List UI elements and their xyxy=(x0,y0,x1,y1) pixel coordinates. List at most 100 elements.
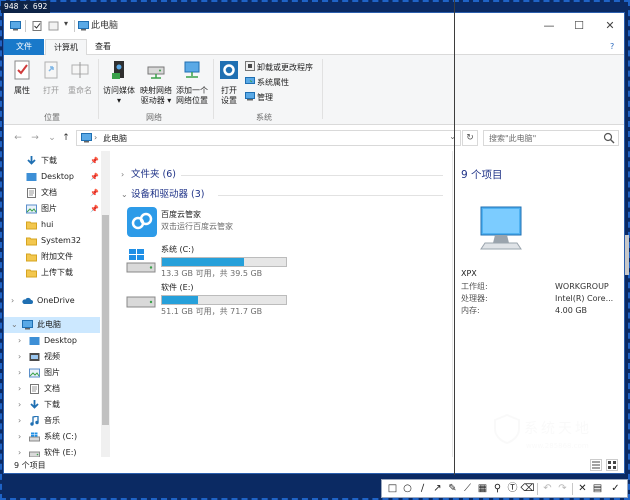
nav-item-videos[interactable]: › 视频 xyxy=(4,349,100,365)
save-capture-button[interactable]: ▤ xyxy=(590,482,605,496)
nav-item-onedrive[interactable]: › OneDrive xyxy=(4,293,100,309)
qat-dropdown-icon[interactable]: ▾ xyxy=(64,19,68,28)
nav-item-attachments[interactable]: 附加文件 xyxy=(4,249,100,265)
pin-icon[interactable]: 📌 xyxy=(90,169,99,185)
nav-item-drive-c[interactable]: › 系统 (C:) xyxy=(4,429,100,445)
baidu-cloud-item[interactable]: 百度云管家 双击运行百度云管家 xyxy=(125,207,315,241)
pin-icon[interactable]: 📌 xyxy=(90,201,99,217)
search-input[interactable]: 搜索"此电脑" xyxy=(483,130,619,146)
nav-item-pc-downloads[interactable]: › 下载 xyxy=(4,397,100,413)
open-button[interactable]: 打开 xyxy=(39,59,63,96)
expand-chevron-icon[interactable]: › xyxy=(18,413,21,429)
nav-item-downloads[interactable]: 下载 📌 xyxy=(4,153,100,169)
recent-locations-button[interactable]: ⌄ xyxy=(46,132,58,144)
nav-item-upload-download[interactable]: 上传下载 xyxy=(4,265,100,281)
forward-button[interactable]: → xyxy=(29,132,41,144)
breadcrumb-this-pc[interactable]: 此电脑 xyxy=(103,133,127,144)
pen-tool-button[interactable]: ✎ xyxy=(445,482,460,496)
line-tool-button[interactable]: ∕ xyxy=(415,482,430,496)
folders-group-header[interactable]: › 文件夹 (6) xyxy=(121,168,176,182)
ellipse-tool-button[interactable]: ○ xyxy=(400,482,415,496)
nav-scrollbar[interactable] xyxy=(101,151,110,457)
manage-button[interactable]: 管理 xyxy=(245,91,273,103)
undo-button[interactable]: ↶ xyxy=(540,482,555,496)
refresh-button[interactable]: ↻ xyxy=(462,130,478,146)
nav-label-system32: System32 xyxy=(41,236,82,245)
expand-chevron-icon[interactable]: › xyxy=(18,349,21,365)
group-divider xyxy=(181,175,443,176)
devices-group-header[interactable]: ⌄ 设备和驱动器 (3) xyxy=(121,188,204,202)
back-button[interactable]: ← xyxy=(12,132,24,144)
checkbox-properties-icon[interactable] xyxy=(32,21,43,31)
system-properties-button[interactable]: 系统属性 xyxy=(245,76,289,88)
collapse-chevron-icon[interactable]: ⌄ xyxy=(11,317,18,333)
nav-item-this-pc[interactable]: ⌄ 此电脑 xyxy=(4,317,100,333)
access-media-button[interactable]: 访问媒体 ▾ xyxy=(101,59,137,106)
expand-chevron-icon[interactable]: › xyxy=(18,365,21,381)
title-bar: ▾ 此电脑 — ☐ ✕ xyxy=(4,13,624,39)
rename-button[interactable]: 重命名 xyxy=(66,59,94,96)
nav-item-system32[interactable]: System32 xyxy=(4,233,100,249)
rectangle-tool-button[interactable]: □ xyxy=(385,482,400,496)
pin-icon[interactable]: 📌 xyxy=(90,185,99,201)
expand-chevron-icon[interactable]: › xyxy=(18,381,21,397)
nav-label-drive-c: 系统 (C:) xyxy=(44,432,78,441)
arrow-tool-button[interactable]: ↗ xyxy=(430,482,445,496)
tab-file[interactable]: 文件 xyxy=(4,39,44,55)
nav-item-pictures[interactable]: 图片 📌 xyxy=(4,201,100,217)
pin-icon[interactable]: 📌 xyxy=(90,153,99,169)
up-button[interactable]: ↑ xyxy=(60,132,72,144)
minimize-button[interactable]: — xyxy=(540,18,558,34)
search-placeholder: 搜索"此电脑" xyxy=(489,134,537,143)
group-label-system: 系统 xyxy=(256,113,272,122)
processor-value: Intel(R) Core... xyxy=(555,294,614,303)
nav-item-pc-documents[interactable]: › 文档 xyxy=(4,381,100,397)
nav-label-downloads: 下载 xyxy=(41,156,57,165)
address-bar[interactable]: › 此电脑 ⌄ xyxy=(76,130,461,146)
expand-chevron-icon: › xyxy=(121,170,125,179)
cancel-capture-button[interactable]: ✕ xyxy=(575,482,590,496)
drive-c-usage-fill xyxy=(162,258,244,266)
pictures-icon xyxy=(26,204,37,214)
uninstall-program-button[interactable]: 卸载或更改程序 xyxy=(245,61,313,73)
nav-item-pc-desktop[interactable]: › Desktop xyxy=(4,333,100,349)
drive-e-item[interactable]: 软件 (E:) 51.1 GB 可用，共 71.7 GB xyxy=(125,283,295,317)
nav-item-music[interactable]: › 音乐 xyxy=(4,413,100,429)
drive-c-item[interactable]: 系统 (C:) 13.3 GB 可用，共 39.5 GB xyxy=(125,245,295,279)
nav-scrollbar-thumb[interactable] xyxy=(102,215,109,425)
expand-chevron-icon[interactable]: › xyxy=(18,333,21,349)
shield-logo-icon xyxy=(494,414,520,444)
capture-guide-line xyxy=(454,0,455,475)
map-network-drive-button[interactable]: 映射网络 驱动器 ▾ xyxy=(138,59,174,106)
expand-chevron-icon[interactable]: › xyxy=(11,293,14,309)
open-settings-button[interactable]: 打开 设置 xyxy=(216,59,242,106)
add-network-location-button[interactable]: 添加一个 网络位置 xyxy=(174,59,210,106)
eraser-tool-button[interactable]: ⌫ xyxy=(520,482,535,496)
navigation-pane: 下载 📌 Desktop 📌 文档 📌 图片 📌 hui System32 附加… xyxy=(4,151,100,458)
marker-tool-button[interactable]: ⟋ xyxy=(460,482,475,496)
expand-chevron-icon[interactable]: › xyxy=(18,429,21,445)
group-divider xyxy=(218,195,443,196)
properties-button[interactable]: 属性 xyxy=(10,59,34,96)
text-tool-button[interactable]: Ⓣ xyxy=(505,482,520,496)
close-button[interactable]: ✕ xyxy=(601,18,619,34)
maximize-button[interactable]: ☐ xyxy=(570,18,588,34)
redo-button[interactable]: ↷ xyxy=(555,482,570,496)
magnifier-tool-button[interactable]: ⚲ xyxy=(490,482,505,496)
baidu-cloud-icon xyxy=(127,207,157,237)
mosaic-tool-button[interactable]: ▦ xyxy=(475,482,490,496)
new-folder-icon[interactable] xyxy=(48,21,59,31)
help-icon[interactable]: ? xyxy=(610,42,614,51)
confirm-capture-button[interactable]: ✓ xyxy=(608,482,623,496)
nav-item-documents[interactable]: 文档 📌 xyxy=(4,185,100,201)
pictures-icon xyxy=(29,368,40,378)
outer-scrollbar-thumb[interactable] xyxy=(625,235,629,275)
nav-item-desktop[interactable]: Desktop 📌 xyxy=(4,169,100,185)
memory-label: 内存: xyxy=(461,306,480,315)
nav-item-hui[interactable]: hui xyxy=(4,217,100,233)
nav-item-pc-pictures[interactable]: › 图片 xyxy=(4,365,100,381)
tab-view[interactable]: 查看 xyxy=(89,39,117,55)
nav-label-attachments: 附加文件 xyxy=(41,252,73,261)
tab-computer[interactable]: 计算机 xyxy=(45,39,87,56)
expand-chevron-icon[interactable]: › xyxy=(18,397,21,413)
